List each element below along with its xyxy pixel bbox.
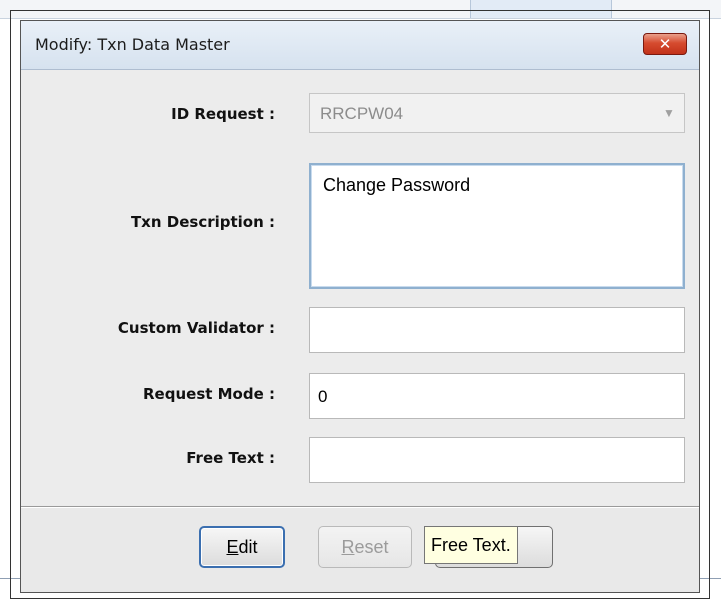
edit-button[interactable]: Edit (199, 526, 285, 568)
close-icon: ✕ (658, 35, 672, 53)
reset-mnemonic: R (341, 536, 355, 557)
request-mode-label: Request Mode : (143, 385, 275, 403)
edit-mnemonic: E (226, 536, 239, 557)
window-title: Modify: Txn Data Master (35, 35, 230, 54)
tooltip: Free Text. (424, 526, 518, 564)
request-mode-input[interactable]: 0 (309, 373, 685, 419)
close-button[interactable]: ✕ (643, 33, 687, 55)
txn-description-value: Change Password (323, 175, 471, 195)
modify-dialog: Modify: Txn Data Master ✕ ID Request : R… (20, 20, 700, 593)
edit-label-rest: dit (238, 536, 258, 557)
reset-button[interactable]: Reset (318, 526, 412, 568)
id-request-value: RRCPW04 (320, 104, 404, 123)
custom-validator-label: Custom Validator : (117, 319, 275, 337)
custom-validator-input[interactable] (309, 307, 685, 353)
txn-description-label: Txn Description : (130, 213, 275, 231)
chevron-down-icon[interactable]: ▼ (654, 94, 684, 132)
free-text-label: Free Text : (186, 449, 275, 467)
txn-description-textarea[interactable]: Change Password (309, 163, 685, 289)
title-bar[interactable]: Modify: Txn Data Master ✕ (21, 21, 699, 70)
id-request-combobox[interactable]: RRCPW04 ▼ (309, 93, 685, 133)
request-mode-value: 0 (318, 387, 328, 406)
id-request-label: ID Request : (171, 105, 275, 123)
reset-label-rest: eset (354, 536, 389, 557)
free-text-input[interactable] (309, 437, 685, 483)
